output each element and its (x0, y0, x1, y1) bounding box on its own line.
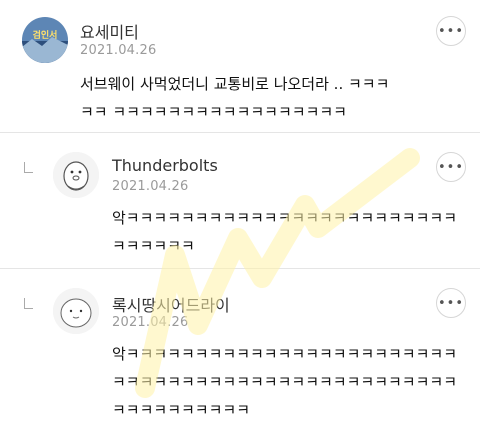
comment-username[interactable]: Thunderbolts (112, 156, 218, 175)
comment-date: 2021.04.26 (112, 179, 189, 194)
comment-text: 서브웨이 사먹었더니 교통비로 나오더라 .. ㅋㅋㅋㅋㅋ ㅋㅋㅋㅋㅋㅋㅋㅋㅋㅋ… (80, 75, 390, 121)
reply-item: Thunderbolts 2021.04.26 ••• 악ㅋㅋㅋㅋㅋㅋㅋㅋㅋㅋㅋ… (0, 132, 480, 268)
more-options-button[interactable]: ••• (436, 152, 466, 182)
more-dots-icon: ••• (437, 23, 464, 39)
comment-date: 2021.04.26 (112, 315, 189, 330)
comment-item: 검인서 요세미티 2021.04.26 ••• 서브웨이 사먹었더니 교통비로 … (0, 0, 480, 132)
svg-text:검인서: 검인서 (33, 29, 58, 41)
comment-username[interactable]: 요세미티 (80, 19, 139, 43)
game-banner-avatar-icon[interactable]: 검인서 (22, 17, 68, 63)
sketch-character-avatar-icon[interactable] (53, 152, 99, 198)
more-dots-icon: ••• (437, 295, 464, 311)
reply-item: 록시땅시어드라이 2021.04.26 ••• 악ㅋㅋㅋㅋㅋㅋㅋㅋㅋㅋㅋㅋㅋㅋㅋ… (0, 268, 480, 424)
more-dots-icon: ••• (437, 159, 464, 175)
round-face-avatar-icon[interactable] (53, 288, 99, 334)
comment-date: 2021.04.26 (80, 43, 157, 58)
comment-text: 악ㅋㅋㅋㅋㅋㅋㅋㅋㅋㅋㅋㅋㅋㅋㅋㅋㅋㅋㅋㅋㅋㅋㅋㅋㅋㅋㅋㅋㅋㅋ (112, 209, 458, 255)
comment-username[interactable]: 록시땅시어드라이 (112, 292, 230, 316)
comment-thread: 검인서 요세미티 2021.04.26 ••• 서브웨이 사먹었더니 교통비로 … (0, 0, 480, 424)
reply-arrow-icon (24, 298, 33, 309)
comment-text: 악ㅋㅋㅋㅋㅋㅋㅋㅋㅋㅋㅋㅋㅋㅋㅋㅋㅋㅋㅋㅋㅋㅋㅋㅋㅋㅋㅋㅋㅋㅋㅋㅋㅋㅋㅋㅋㅋㅋㅋ… (112, 345, 458, 419)
more-options-button[interactable]: ••• (436, 16, 466, 46)
reply-arrow-icon (24, 162, 33, 173)
more-options-button[interactable]: ••• (436, 288, 466, 318)
